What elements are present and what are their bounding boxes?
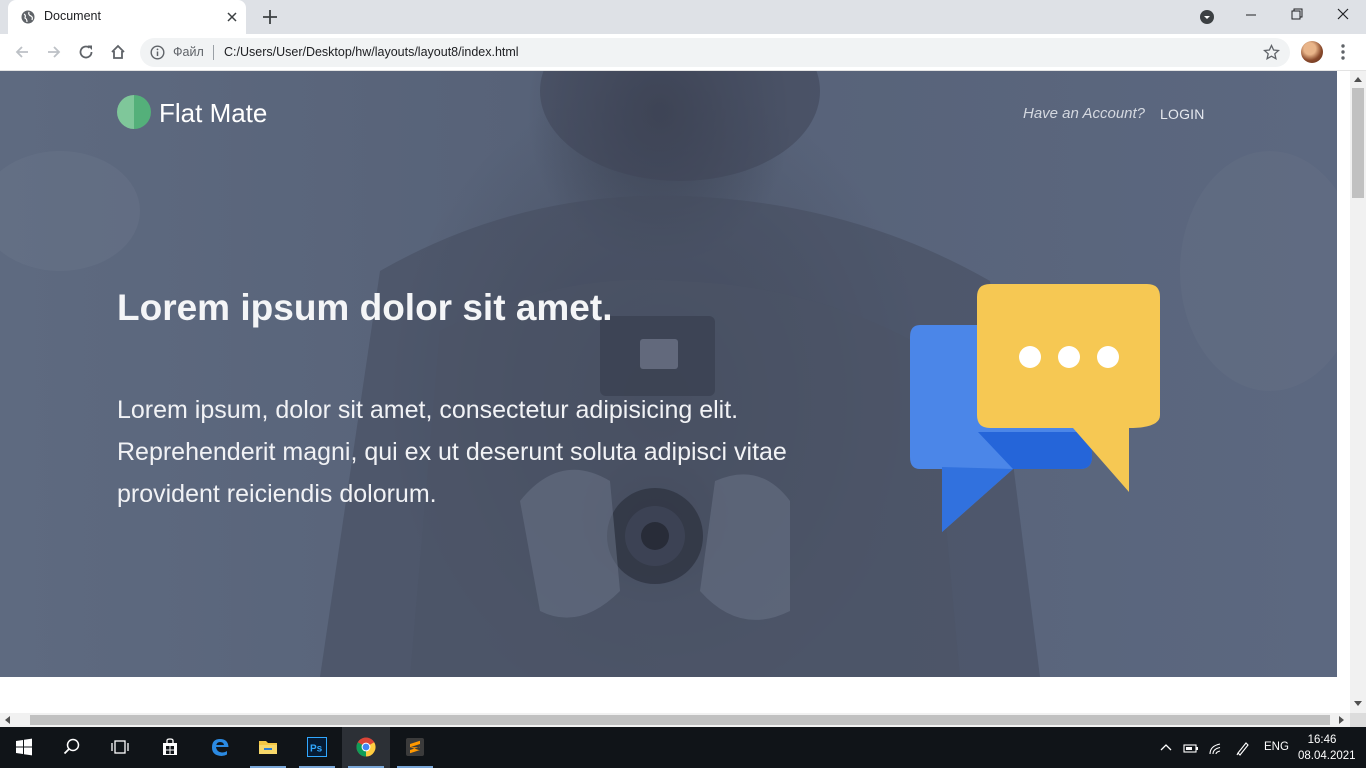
hero-section: Flat Mate Have an Account? LOGIN Lorem i… (0, 71, 1337, 677)
hero-title: Lorem ipsum dolor sit amet. (117, 287, 613, 328)
edge-app[interactable] (196, 727, 244, 768)
file-explorer-icon (259, 741, 277, 754)
edge-icon (212, 739, 229, 756)
forward-arrow-icon[interactable] (45, 43, 63, 61)
account-question: Have an Account? (1023, 105, 1146, 122)
store-app[interactable] (146, 727, 194, 768)
address-url[interactable]: C:/Users/User/Desktop/hw/layouts/layout8… (224, 45, 519, 59)
browser-tab-strip: Document (0, 0, 1366, 34)
globe-icon (21, 10, 35, 24)
task-view-button[interactable] (96, 727, 144, 768)
horizontal-scrollbar[interactable] (0, 713, 1350, 727)
close-window-icon[interactable] (1320, 0, 1366, 32)
start-button[interactable] (0, 727, 48, 768)
page-viewport: Flat Mate Have an Account? LOGIN Lorem i… (0, 71, 1350, 713)
clock-time: 16:46 (1307, 734, 1337, 746)
search-icon (63, 738, 80, 755)
photoshop-app[interactable]: Ps (293, 727, 341, 768)
windows-taskbar: Ps ENG 16:46 08.04.2021 (0, 727, 1366, 768)
pen-workspace-icon[interactable] (1235, 740, 1251, 756)
hero-description: Lorem ipsum, dolor sit amet, consectetur… (117, 396, 787, 508)
battery-icon[interactable] (1183, 740, 1199, 756)
wifi-icon[interactable] (1208, 740, 1224, 756)
minimize-window-icon[interactable] (1228, 0, 1274, 32)
tab-title: Document (44, 9, 101, 23)
sublime-icon (406, 738, 424, 756)
info-icon[interactable] (150, 45, 165, 60)
scroll-left-arrow-icon[interactable] (4, 716, 12, 724)
system-clock[interactable]: 16:46 08.04.2021 (1298, 732, 1356, 764)
chat-bubbles-icon (910, 284, 1160, 532)
login-link[interactable]: LOGIN (1160, 106, 1205, 122)
restore-window-icon[interactable] (1274, 0, 1320, 32)
sublime-app[interactable] (391, 727, 439, 768)
reload-icon[interactable] (77, 43, 95, 61)
logo-circle-icon (117, 95, 151, 129)
photoshop-icon: Ps (307, 737, 327, 757)
browser-toolbar: Файл C:/Users/User/Desktop/hw/layouts/la… (0, 34, 1366, 71)
start-icon (16, 738, 32, 756)
address-scheme: Файл (173, 45, 204, 59)
photoshop-label: Ps (310, 744, 323, 755)
tab-search-icon[interactable] (1199, 9, 1215, 25)
browser-menu-icon[interactable] (1340, 43, 1346, 61)
language-indicator[interactable]: ENG (1264, 741, 1289, 753)
scroll-right-arrow-icon[interactable] (1337, 716, 1345, 724)
address-bar[interactable]: Файл C:/Users/User/Desktop/hw/layouts/la… (140, 38, 1290, 67)
bookmark-star-icon[interactable] (1263, 44, 1280, 61)
show-hidden-icons-icon[interactable] (1158, 740, 1174, 756)
profile-avatar[interactable] (1301, 41, 1323, 63)
clock-date: 08.04.2021 (1298, 750, 1356, 762)
new-tab-icon[interactable] (261, 8, 279, 26)
chrome-icon (356, 737, 376, 757)
close-tab-icon[interactable] (224, 9, 240, 25)
address-divider (213, 45, 214, 60)
vertical-scroll-thumb[interactable] (1352, 88, 1364, 198)
back-arrow-icon[interactable] (13, 43, 31, 61)
scroll-down-arrow-icon[interactable] (1354, 699, 1362, 707)
horizontal-scroll-thumb[interactable] (30, 715, 1330, 725)
home-icon[interactable] (109, 43, 127, 61)
file-explorer-app[interactable] (244, 727, 292, 768)
store-icon (163, 738, 177, 755)
task-view-icon (111, 740, 129, 754)
browser-tab[interactable]: Document (8, 0, 246, 34)
scroll-up-arrow-icon[interactable] (1354, 76, 1362, 84)
chrome-app[interactable] (342, 727, 390, 768)
scrollbar-corner (1350, 713, 1366, 727)
logo-text: Flat Mate (159, 98, 268, 128)
vertical-scrollbar[interactable] (1350, 71, 1366, 713)
search-button[interactable] (48, 727, 96, 768)
